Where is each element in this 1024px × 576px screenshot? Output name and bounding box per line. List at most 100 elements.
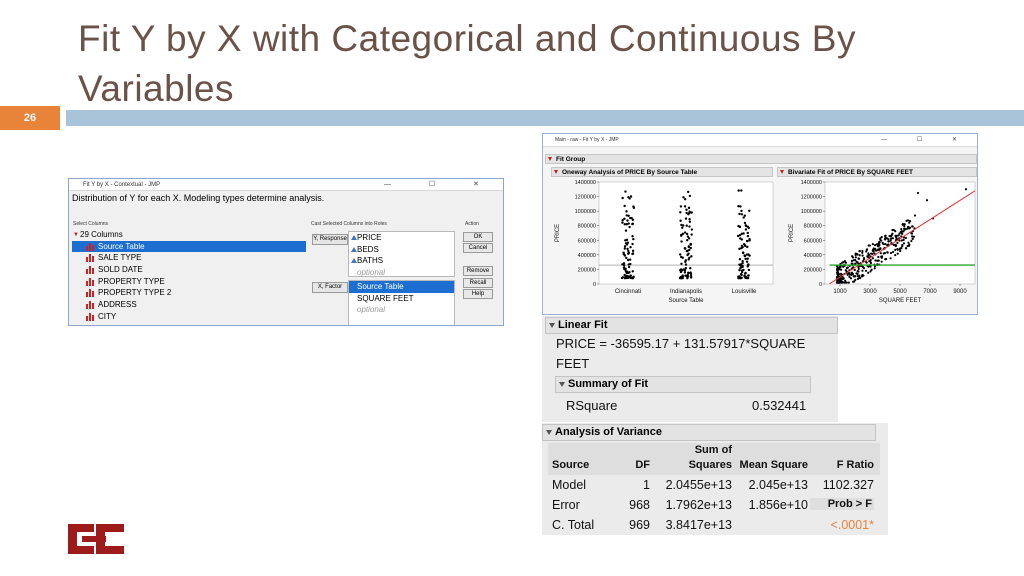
remove-button[interactable]: Remove	[463, 266, 493, 276]
x-role-item[interactable]: Source Table	[349, 281, 454, 293]
data-point	[748, 239, 751, 242]
column-list-item[interactable]: PROPERTY TYPE	[72, 276, 306, 288]
data-point	[897, 234, 900, 237]
select-columns-label: Select Columns	[73, 221, 109, 227]
y-tick-label: 0	[819, 282, 822, 288]
anova-cell-source: Model	[552, 478, 587, 492]
fit-y-by-x-dialog: Fit Y by X - Contextual - JMP — ☐ ✕ Dist…	[68, 178, 504, 326]
column-list-item[interactable]: SALE TYPE	[72, 252, 306, 264]
report-window-controls[interactable]: — ☐ ✕	[881, 134, 971, 147]
data-point	[840, 281, 844, 284]
data-point	[904, 247, 908, 250]
data-point	[746, 245, 749, 249]
data-point	[879, 247, 882, 251]
window-controls[interactable]: — ☐ ✕	[384, 179, 497, 191]
disclosure-icon[interactable]	[554, 170, 558, 174]
data-point	[743, 254, 747, 258]
data-point	[628, 197, 631, 200]
x-factor-button[interactable]: X, Factor	[312, 282, 348, 293]
y-tick-label: 400000	[804, 253, 822, 259]
data-point	[687, 245, 691, 249]
x-role-item[interactable]: SQUARE FEET	[349, 293, 454, 305]
disclosure-icon[interactable]	[546, 430, 552, 435]
data-point	[744, 276, 747, 280]
y-role-item[interactable]: PRICE	[349, 232, 454, 244]
fit-group-header[interactable]: Fit Group	[545, 154, 977, 164]
data-point	[873, 267, 876, 270]
data-point	[684, 217, 688, 220]
disclosure-icon[interactable]	[780, 170, 784, 174]
anova-cell-df: 1	[643, 478, 650, 492]
columns-count[interactable]: ▼ 29 Columns	[72, 229, 306, 241]
anova-cell-ms: 2.045e+13	[748, 478, 808, 492]
x-tick-label: 5000	[893, 289, 907, 295]
data-point	[686, 190, 690, 194]
data-point	[686, 249, 689, 252]
help-button[interactable]: Help	[463, 289, 493, 299]
column-list-item[interactable]: CITY	[72, 311, 306, 323]
data-point	[625, 238, 629, 242]
disclosure-icon[interactable]	[549, 323, 555, 328]
data-point	[841, 278, 844, 281]
summary-of-fit-header[interactable]: Summary of Fit	[555, 376, 811, 393]
y-tick-label: 1400000	[801, 180, 822, 186]
data-point	[847, 281, 850, 284]
recall-button[interactable]: Recall	[463, 278, 493, 288]
y-role-list[interactable]: PRICE BEDS BATHS optional	[348, 231, 455, 277]
data-point	[901, 223, 905, 226]
data-point	[835, 281, 839, 284]
data-point	[906, 226, 910, 229]
x-tick-label: 1000	[833, 289, 847, 295]
col-ss-line1: Sum of	[694, 444, 732, 456]
cancel-button[interactable]: Cancel	[463, 243, 493, 253]
data-point	[740, 276, 743, 280]
company-logo	[68, 524, 124, 554]
data-point	[736, 234, 740, 238]
ok-button[interactable]: OK	[463, 232, 493, 242]
column-list-item[interactable]: PROPERTY TYPE 2	[72, 287, 306, 299]
nominal-bars-icon	[86, 277, 94, 286]
column-list-item[interactable]: SOLD DATE	[72, 264, 306, 276]
data-point	[898, 232, 901, 235]
data-point	[625, 210, 628, 213]
data-point	[628, 225, 631, 229]
continuous-icon	[351, 258, 357, 263]
data-point	[907, 241, 910, 244]
col-source: Source	[552, 459, 590, 471]
data-point	[683, 271, 687, 274]
column-list-item[interactable]: Source Table	[72, 240, 306, 253]
data-point	[745, 260, 749, 263]
y-tick-label: 200000	[578, 267, 596, 273]
data-point	[862, 258, 866, 261]
data-point	[623, 217, 626, 220]
data-point	[689, 274, 693, 278]
data-point	[627, 249, 630, 253]
data-point	[902, 242, 906, 245]
y-response-button[interactable]: Y, Response	[312, 234, 348, 245]
nominal-bars-icon	[86, 254, 94, 263]
data-point	[622, 266, 626, 269]
x-tick-label: 7000	[923, 289, 937, 295]
category-label: Indianapolis	[670, 289, 702, 295]
x-role-list[interactable]: Source Table SQUARE FEET optional	[348, 280, 455, 325]
data-point	[747, 263, 750, 267]
y-role-item[interactable]: BATHS	[349, 255, 454, 267]
anova-cell-f: 1102.327	[822, 478, 874, 492]
data-point	[854, 278, 857, 282]
data-point	[849, 277, 853, 280]
data-point	[629, 274, 632, 277]
y-tick-label: 600000	[578, 238, 596, 244]
disclosure-icon[interactable]	[548, 157, 552, 161]
y-role-item[interactable]: BEDS	[349, 244, 454, 256]
data-point	[842, 265, 845, 268]
data-point	[689, 243, 693, 246]
disclosure-icon[interactable]	[559, 382, 565, 387]
column-list-item[interactable]: ADDRESS	[72, 299, 306, 311]
data-point	[916, 191, 920, 195]
y-tick-label: 800000	[578, 224, 596, 230]
data-point	[869, 270, 872, 273]
linear-fit-header[interactable]: Linear Fit	[545, 317, 838, 334]
data-point	[690, 233, 693, 236]
anova-header[interactable]: Analysis of Variance	[542, 424, 876, 441]
data-point	[626, 219, 629, 222]
